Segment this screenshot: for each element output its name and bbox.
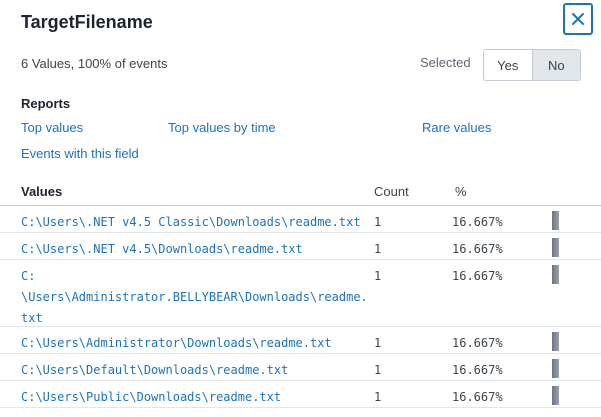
row-percent-bar bbox=[552, 238, 559, 257]
table-row: C:\Users\.NET v4.5\Downloads\readme.txt 1… bbox=[0, 233, 601, 260]
top-values-link[interactable]: Top values bbox=[21, 120, 83, 135]
close-button[interactable] bbox=[563, 3, 593, 35]
row-count: 1 bbox=[374, 269, 382, 283]
values-summary: 6 Values, 100% of events bbox=[21, 56, 168, 71]
row-value-link[interactable]: C:\Users\Public\Downloads\readme.txt bbox=[21, 387, 366, 408]
rare-values-link[interactable]: Rare values bbox=[422, 120, 491, 135]
row-percent-bar bbox=[552, 265, 559, 284]
table-row: C:\Users\Default\Downloads\readme.txt 1 16… bbox=[0, 354, 601, 381]
selected-toggle: Yes No bbox=[483, 49, 581, 81]
row-value-link[interactable]: C:\Users\Default\Downloads\readme.txt bbox=[21, 360, 366, 381]
events-with-field-link[interactable]: Events with this field bbox=[21, 146, 139, 161]
reports-heading: Reports bbox=[21, 96, 71, 111]
row-value-link[interactable]: C: \Users\Administrator.BELLYBEAR\Downloa… bbox=[21, 266, 368, 329]
table-row: C:\Users\Administrator\Downloads\readme.… bbox=[0, 327, 601, 354]
row-count: 1 bbox=[374, 390, 382, 404]
count-column-header: Count bbox=[374, 184, 409, 199]
top-values-by-time-link[interactable]: Top values by time bbox=[168, 120, 276, 135]
row-percent-bar bbox=[552, 332, 559, 351]
table-row: C: \Users\Administrator.BELLYBEAR\Downloa… bbox=[0, 260, 601, 327]
row-percent: 16.667% bbox=[452, 242, 503, 256]
row-count: 1 bbox=[374, 215, 382, 229]
row-count: 1 bbox=[374, 336, 382, 350]
panel-title: TargetFilename bbox=[21, 12, 153, 32]
row-percent-bar bbox=[552, 211, 559, 230]
selected-no-button[interactable]: No bbox=[532, 50, 580, 80]
row-value-link[interactable]: C:\Users\.NET v4.5\Downloads\readme.txt bbox=[21, 239, 366, 260]
row-percent: 16.667% bbox=[452, 269, 503, 283]
row-count: 1 bbox=[374, 242, 382, 256]
row-value-link[interactable]: C:\Users\Administrator\Downloads\readme.… bbox=[21, 333, 366, 354]
row-percent-bar bbox=[552, 359, 559, 378]
row-percent-bar bbox=[552, 386, 559, 405]
percent-column-header: % bbox=[455, 184, 467, 199]
row-percent: 16.667% bbox=[452, 390, 503, 404]
table-row: C:\Users\Public\Downloads\readme.txt 1 16.… bbox=[0, 381, 601, 408]
row-count: 1 bbox=[374, 363, 382, 377]
row-percent: 16.667% bbox=[452, 363, 503, 377]
row-value-link[interactable]: C:\Users\.NET v4.5 Classic\Downloads\rea… bbox=[21, 212, 366, 233]
close-icon bbox=[572, 13, 584, 25]
selected-yes-button[interactable]: Yes bbox=[484, 50, 533, 80]
selected-label: Selected bbox=[420, 55, 471, 70]
values-column-header: Values bbox=[21, 184, 63, 199]
row-percent: 16.667% bbox=[452, 215, 503, 229]
row-percent: 16.667% bbox=[452, 336, 503, 350]
table-row: C:\Users\.NET v4.5 Classic\Downloads\rea… bbox=[0, 206, 601, 233]
